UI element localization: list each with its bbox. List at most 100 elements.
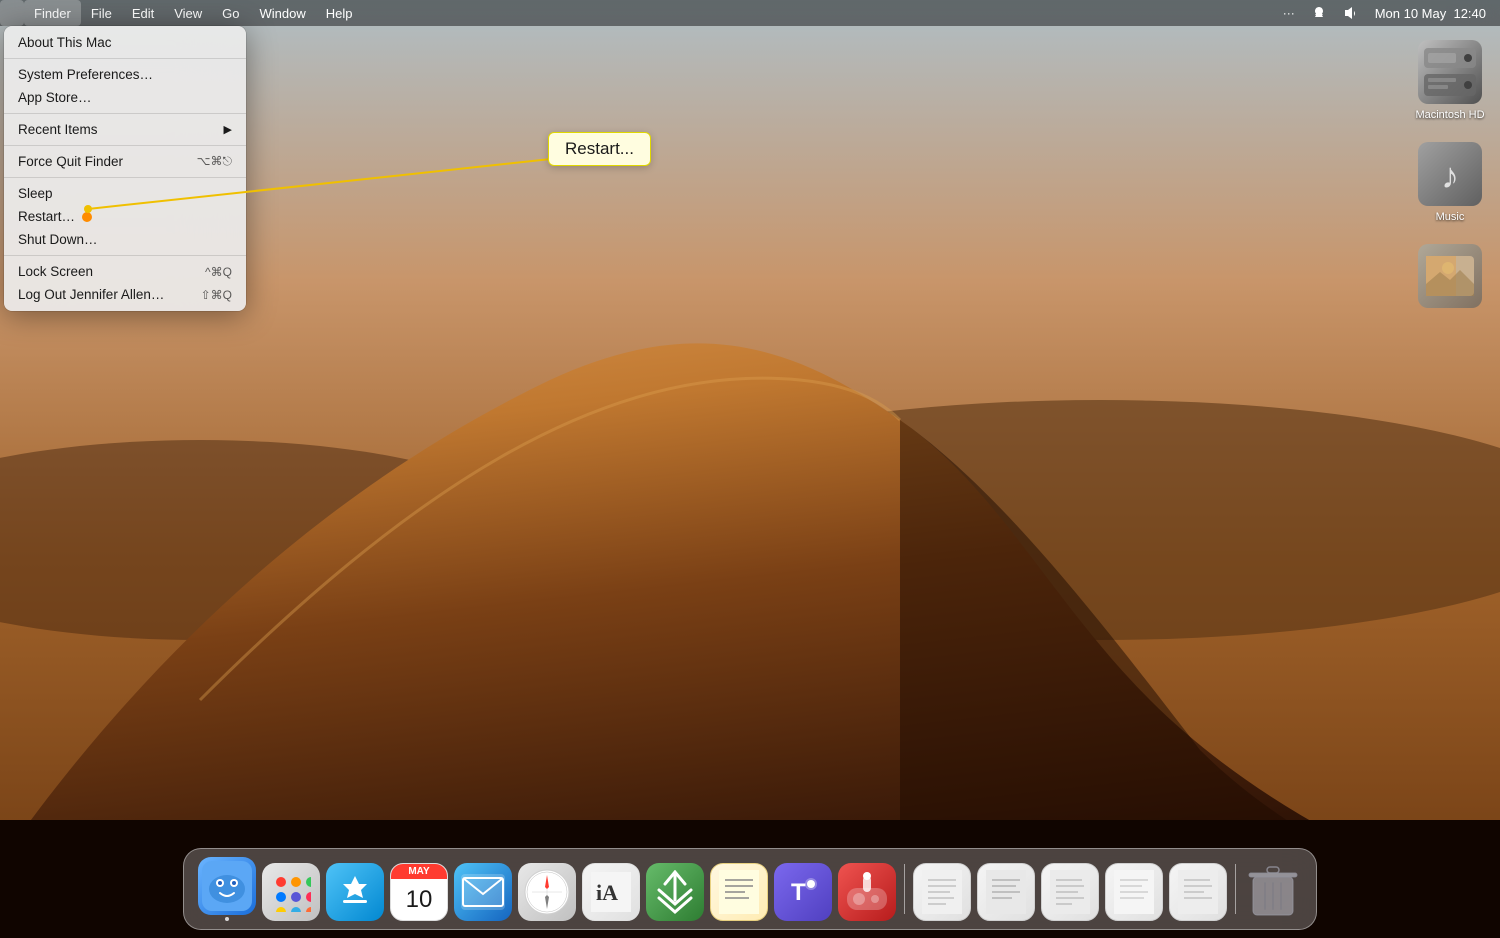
finder-dot	[225, 917, 229, 921]
joystick-icon	[838, 863, 896, 921]
dock-item-keka[interactable]	[646, 863, 704, 921]
menu-item-lock-screen-shortcut: ^⌘Q	[205, 265, 232, 279]
menubar-volume-icon[interactable]	[1337, 0, 1365, 26]
svg-text:iA: iA	[596, 880, 618, 905]
menubar-edit[interactable]: Edit	[122, 0, 164, 26]
scripts4-icon	[1105, 863, 1163, 921]
menu-item-logout-label: Log Out Jennifer Allen…	[18, 287, 164, 302]
dock-item-scripts4[interactable]	[1105, 863, 1163, 921]
desktop-icons: Macintosh HD ♪ Music	[1410, 40, 1490, 314]
music-label: Music	[1432, 210, 1469, 224]
image-icon-label	[1446, 312, 1454, 314]
dock-separator-2	[1235, 864, 1236, 914]
restart-tooltip: Restart...	[548, 132, 651, 166]
keka-icon	[646, 863, 704, 921]
menubar-file[interactable]: File	[81, 0, 122, 26]
appstore-icon	[326, 863, 384, 921]
recent-items-arrow-icon: ▶	[224, 123, 232, 136]
menubar: Finder File Edit View Go Window Help ···	[0, 0, 1500, 26]
menu-item-app-store[interactable]: App Store…	[4, 86, 246, 109]
menubar-help[interactable]: Help	[316, 0, 363, 26]
menu-item-system-prefs[interactable]: System Preferences…	[4, 63, 246, 86]
menu-separator-2	[4, 113, 246, 114]
menubar-airdrop-icon[interactable]	[1305, 0, 1333, 26]
menu-item-logout-shortcut: ⇧⌘Q	[201, 288, 232, 302]
menu-item-force-quit[interactable]: Force Quit Finder ⌥⌘⎋	[4, 150, 246, 173]
menubar-finder[interactable]: Finder	[24, 0, 81, 26]
dock-item-scripts3[interactable]	[1041, 863, 1099, 921]
menu-item-restart[interactable]: Restart…	[4, 205, 246, 228]
scripts5-icon	[1169, 863, 1227, 921]
desktop-icon-music[interactable]: ♪ Music	[1410, 142, 1490, 224]
desktop: Finder File Edit View Go Window Help ···	[0, 0, 1500, 938]
dock-item-scripts2[interactable]	[977, 863, 1035, 921]
macintosh-hd-icon-img	[1418, 40, 1482, 104]
dock-item-joystick[interactable]	[838, 863, 896, 921]
restart-tooltip-label: Restart...	[565, 139, 634, 158]
menu-item-recent-items[interactable]: Recent Items ▶	[4, 118, 246, 141]
dock-item-trash[interactable]	[1244, 863, 1302, 921]
dock-item-scripts5[interactable]	[1169, 863, 1227, 921]
menu-item-restart-label: Restart…	[18, 209, 75, 224]
menu-item-lock-screen-label: Lock Screen	[18, 264, 93, 279]
menu-item-sleep-label: Sleep	[18, 186, 53, 201]
finder-icon	[198, 857, 256, 915]
menu-item-shutdown-label: Shut Down…	[18, 232, 98, 247]
dock-separator	[904, 864, 905, 914]
dock-item-safari[interactable]	[518, 863, 576, 921]
menubar-window-label: Window	[260, 6, 306, 21]
desktop-icon-image[interactable]	[1410, 244, 1490, 314]
menu-item-shutdown[interactable]: Shut Down…	[4, 228, 246, 251]
menubar-finder-label: Finder	[34, 6, 71, 21]
image-icon-img	[1418, 244, 1482, 308]
menubar-edit-label: Edit	[132, 6, 154, 21]
scripts1-icon	[913, 863, 971, 921]
apple-menu-dropdown: About This Mac System Preferences… App S…	[4, 26, 246, 311]
menu-item-system-prefs-label: System Preferences…	[18, 67, 153, 82]
menubar-file-label: File	[91, 6, 112, 21]
dock-item-mail[interactable]	[454, 863, 512, 921]
menu-item-logout[interactable]: Log Out Jennifer Allen… ⇧⌘Q	[4, 283, 246, 306]
menubar-help-label: Help	[326, 6, 353, 21]
menubar-right: ··· Mon 10 May 12:40	[1277, 0, 1500, 26]
dock-item-iawriter[interactable]: iA	[582, 863, 640, 921]
menubar-go-label: Go	[222, 6, 239, 21]
scripts2-icon	[977, 863, 1035, 921]
menu-separator-3	[4, 145, 246, 146]
menu-item-recent-items-label: Recent Items	[18, 122, 98, 137]
menu-item-force-quit-shortcut: ⌥⌘⎋	[197, 154, 232, 169]
apple-menu-button[interactable]	[0, 0, 24, 26]
menubar-go[interactable]: Go	[212, 0, 249, 26]
dock-item-calendar[interactable]: MAY 10	[390, 863, 448, 921]
menu-separator-1	[4, 58, 246, 59]
dock-item-textedit[interactable]	[710, 863, 768, 921]
textedit-icon	[710, 863, 768, 921]
menu-separator-4	[4, 177, 246, 178]
dock-item-finder[interactable]	[198, 857, 256, 921]
scripts3-icon	[1041, 863, 1099, 921]
menubar-view[interactable]: View	[164, 0, 212, 26]
dock-item-appstore[interactable]	[326, 863, 384, 921]
menubar-view-label: View	[174, 6, 202, 21]
svg-text:♪: ♪	[1441, 155, 1459, 196]
teams-icon: T	[774, 863, 832, 921]
menu-item-app-store-label: App Store…	[18, 90, 92, 105]
mail-icon	[454, 863, 512, 921]
macintosh-hd-label: Macintosh HD	[1411, 108, 1488, 122]
dock-item-launchpad[interactable]	[262, 863, 320, 921]
menubar-window[interactable]: Window	[250, 0, 316, 26]
menu-separator-5	[4, 255, 246, 256]
menubar-left: Finder File Edit View Go Window Help	[0, 0, 363, 26]
calendar-icon: MAY 10	[390, 863, 448, 921]
menu-item-sleep[interactable]: Sleep	[4, 182, 246, 205]
menubar-datetime[interactable]: Mon 10 May 12:40	[1369, 0, 1492, 26]
iawriter-icon: iA	[582, 863, 640, 921]
menu-item-about[interactable]: About This Mac	[4, 31, 246, 54]
menu-item-lock-screen[interactable]: Lock Screen ^⌘Q	[4, 260, 246, 283]
dock: MAY 10	[183, 848, 1317, 930]
desktop-icon-macintosh-hd[interactable]: Macintosh HD	[1410, 40, 1490, 122]
menubar-more-icon[interactable]: ···	[1277, 0, 1301, 26]
dock-item-teams[interactable]: T	[774, 863, 832, 921]
dock-item-scripts1[interactable]	[913, 863, 971, 921]
safari-icon	[518, 863, 576, 921]
